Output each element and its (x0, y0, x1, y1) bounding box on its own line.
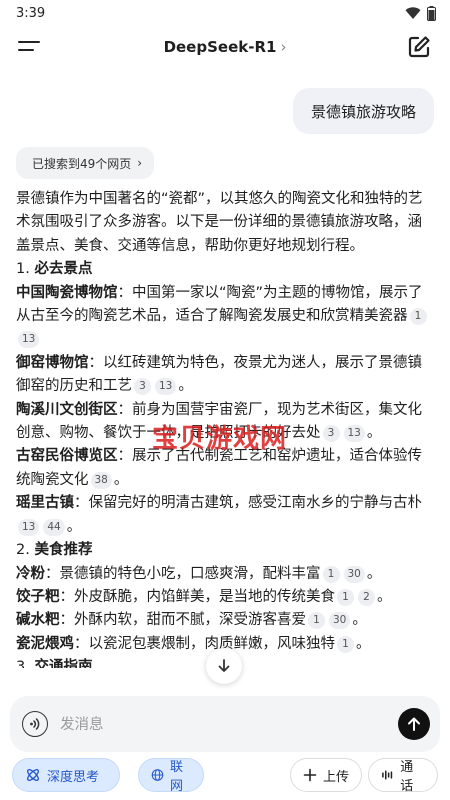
search-results-label: 已搜索到49个网页 (32, 156, 132, 171)
item-end-punct: 。 (377, 588, 392, 605)
watermark: 宝贝游戏网 (152, 424, 288, 454)
item-separator: ： (59, 612, 75, 629)
item-end-punct: 。 (113, 471, 129, 488)
answer-list-item: 御窑博物馆：以红砖建筑为特色，夜景尤为迷人，展示了景德镇御窑的历史和工艺 3 13。 (16, 352, 436, 399)
item-name: 碱水粑 (16, 612, 60, 629)
item-name: 瓷泥煨鸡 (16, 635, 74, 652)
page-title: DeepSeek-R1 (163, 38, 277, 56)
item-separator: ： (74, 635, 89, 652)
user-message-bubble[interactable]: 景德镇旅游攻略 (292, 88, 434, 134)
answer-list-item: 冷粉：景德镇的特色小吃，口感爽滑，配料丰富 1 30。 (16, 563, 436, 586)
item-name: 陶溪川文创街区 (16, 401, 118, 418)
answer-intro: 景德镇作为中国著名的“瓷都”，以其悠久的陶瓷文化和独特的艺术氛围吸引了众多游客。… (16, 191, 423, 254)
upload-label: 上传 (323, 769, 350, 785)
globe-icon (151, 769, 164, 781)
scroll-down-button[interactable] (206, 648, 242, 684)
item-name: 饺子粑 (16, 588, 60, 605)
item-name: 古窑民俗博览区 (16, 448, 118, 465)
wifi-icon (405, 6, 421, 19)
bottom-action-bar: 深度思考 联网 上传 通话 (0, 758, 450, 794)
citation-badge[interactable]: 1 (337, 635, 354, 653)
item-end-punct: 。 (66, 518, 82, 535)
item-end-punct: 。 (352, 612, 367, 629)
citation-badge[interactable]: 30 (343, 565, 365, 583)
send-arrow-icon (408, 717, 420, 731)
item-text: 以瓷泥包裹煨制，肉质鲜嫩，风味独特 (88, 635, 336, 652)
citation-badge[interactable]: 13 (155, 378, 177, 396)
item-name: 御窑博物馆 (16, 354, 89, 371)
citation-badge[interactable]: 13 (343, 425, 365, 443)
citation-badge[interactable]: 13 (18, 518, 40, 536)
item-separator: ： (117, 401, 133, 418)
citation-badge[interactable]: 3 (134, 378, 151, 396)
waveform-icon (382, 770, 393, 780)
citation-badge[interactable]: 44 (43, 518, 65, 536)
status-icons (405, 5, 436, 21)
section-heading: 1. 必去景点 (16, 261, 93, 278)
item-separator: ： (59, 588, 75, 605)
citation-badge[interactable]: 1 (322, 565, 340, 583)
status-bar: 3:39 (0, 0, 450, 26)
item-separator: ： (88, 354, 104, 371)
item-end-punct: 。 (178, 378, 193, 395)
deep-think-toggle[interactable]: 深度思考 (12, 758, 120, 792)
item-name: 瑶里古镇 (16, 495, 74, 512)
call-button[interactable]: 通话 (368, 758, 438, 794)
item-text: 景德镇的特色小吃，口感爽滑，配料丰富 (59, 565, 321, 582)
answer-list-item: 饺子粑：外皮酥脆，内馅鲜美，是当地的传统美食 1 2。 (16, 586, 436, 609)
user-message-text: 景德镇旅游攻略 (310, 102, 416, 121)
answer-list-item: 中国陶瓷博物馆：中国第一家以“陶瓷”为主题的博物馆，展示了从古至今的陶瓷艺术品，… (16, 282, 436, 352)
atom-icon (27, 769, 39, 781)
citation-badge[interactable]: 13 (18, 331, 40, 349)
citation-badge[interactable]: 1 (409, 308, 427, 326)
voice-icon (30, 718, 40, 730)
citation-badge[interactable]: 3 (322, 425, 340, 443)
top-bar: DeepSeek-R1 › (0, 28, 450, 66)
item-separator: ： (45, 565, 60, 582)
chevron-right-icon: › (137, 156, 143, 170)
citation-badge[interactable]: 1 (337, 588, 354, 606)
chevron-right-icon: › (280, 38, 287, 56)
menu-icon[interactable] (18, 36, 44, 56)
citation-badge[interactable]: 2 (358, 588, 375, 606)
item-text: 外酥内软，甜而不腻，深受游客喜爱 (74, 612, 306, 629)
send-button[interactable] (398, 708, 430, 740)
call-label: 通话 (400, 760, 414, 794)
citation-badge[interactable]: 1 (308, 612, 325, 630)
voice-input-button[interactable] (22, 711, 48, 737)
item-end-punct: 。 (366, 565, 382, 582)
upload-button[interactable]: 上传 (290, 758, 362, 792)
section-heading: 2. 美食推荐 (16, 542, 93, 559)
web-search-toggle[interactable]: 联网 (138, 758, 204, 794)
model-selector[interactable]: DeepSeek-R1 › (164, 38, 287, 56)
food-list: 冷粉：景德镇的特色小吃，口感爽滑，配料丰富 1 30。饺子粑：外皮酥脆，内馅鲜美，是… (16, 563, 436, 657)
composer (10, 696, 440, 752)
edit-icon[interactable] (406, 34, 432, 60)
item-text: 保留完好的明清古建筑，感受江南水乡的宁静与古朴 (88, 495, 423, 512)
item-end-punct: 。 (366, 425, 382, 442)
attractions-list: 中国陶瓷博物馆：中国第一家以“陶瓷”为主题的博物馆，展示了从古至今的陶瓷艺术品，… (16, 282, 436, 539)
battery-icon (427, 5, 436, 21)
search-results-chip[interactable]: 已搜索到49个网页 › (16, 147, 155, 179)
item-text: 外皮酥脆，内馅鲜美，是当地的传统美食 (74, 588, 335, 605)
answer-list-item: 碱水粑：外酥内软，甜而不腻，深受游客喜爱 1 30。 (16, 609, 436, 632)
deep-think-label: 深度思考 (47, 769, 100, 785)
item-separator: ： (74, 495, 89, 512)
item-end-punct: 。 (356, 635, 371, 652)
answer-list-item: 瑶里古镇：保留完好的明清古建筑，感受江南水乡的宁静与古朴 13 44。 (16, 492, 436, 539)
item-separator: ： (117, 284, 133, 301)
message-input[interactable] (60, 714, 360, 736)
citation-badge[interactable]: 38 (90, 471, 112, 489)
item-separator: ： (117, 448, 133, 465)
plus-icon (303, 768, 317, 782)
item-name: 冷粉 (16, 565, 45, 582)
item-name: 中国陶瓷博物馆 (16, 284, 118, 301)
status-time: 3:39 (16, 5, 46, 21)
scroll-down-icon (218, 659, 230, 672)
citation-badge[interactable]: 30 (329, 612, 351, 630)
web-search-label: 联网 (169, 760, 183, 794)
